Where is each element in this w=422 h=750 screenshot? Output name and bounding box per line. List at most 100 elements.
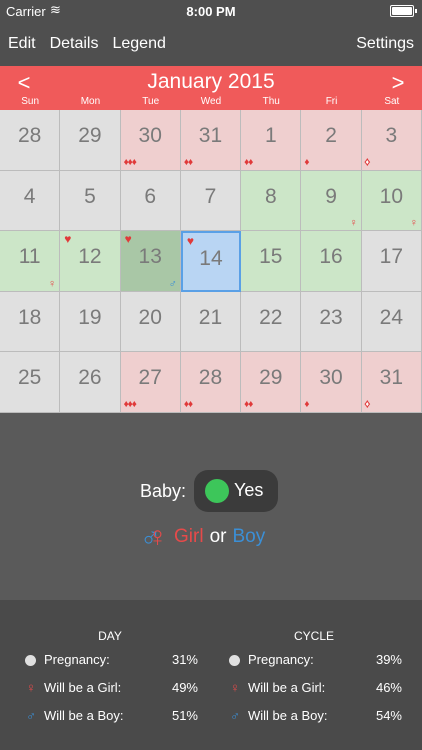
day-cell[interactable]: 5 bbox=[60, 170, 121, 232]
baby-toggle[interactable]: Yes bbox=[194, 470, 279, 512]
weekday-label: Sun bbox=[21, 96, 40, 107]
day-cell[interactable]: 2 ♦ bbox=[301, 110, 362, 171]
pregnancy-value: 39% bbox=[375, 652, 402, 667]
day-cell[interactable]: 9 ♀ bbox=[301, 170, 362, 232]
settings-button[interactable]: Settings bbox=[356, 35, 414, 52]
pregnancy-label: Pregnancy: bbox=[44, 652, 110, 667]
day-cell[interactable]: 31 ♦♦ bbox=[180, 110, 242, 171]
day-cell[interactable]: 3 ♦ bbox=[361, 110, 422, 171]
pregnancy-value: 31% bbox=[171, 652, 198, 667]
pregnancy-icon bbox=[229, 655, 240, 666]
day-cell[interactable]: 18 bbox=[0, 291, 61, 353]
day-number: 23 bbox=[319, 305, 343, 329]
boy-option[interactable]: Boy bbox=[232, 526, 265, 548]
girl-value: 49% bbox=[171, 680, 198, 695]
male-icon: ♂ bbox=[168, 277, 177, 290]
calendar-grid: 28 29 30 ♦♦♦ 31 ♦♦ 1 ♦♦ 2 ♦ 3 ♦ 4 5 6 7 8 9 ♀ 10 ♀ 11 ♀ 12 ♥ 13 ♥ ♂… bbox=[0, 110, 422, 413]
day-cell[interactable]: 7 bbox=[180, 170, 242, 232]
day-cell[interactable]: 6 bbox=[120, 170, 181, 232]
baby-label: Baby: bbox=[140, 480, 187, 501]
day-number: 29 bbox=[259, 366, 283, 390]
day-cell[interactable]: 21 bbox=[180, 291, 242, 353]
details-button[interactable]: Details bbox=[50, 35, 99, 53]
girl-row: ♀ Will be a Girl: 46% bbox=[226, 680, 402, 700]
boy-row: ♂ Will be a Boy: 54% bbox=[226, 708, 402, 728]
period-drop-icon: ♦♦♦ bbox=[123, 156, 137, 168]
day-cell[interactable]: 14 ♥ bbox=[180, 231, 242, 292]
next-month-button[interactable]: > bbox=[383, 70, 413, 96]
girl-label: Will be a Girl: bbox=[248, 680, 326, 695]
period-drop-icon: ♦♦♦ bbox=[123, 398, 137, 410]
day-cell[interactable]: 26 bbox=[60, 352, 121, 413]
period-drop-icon: ♦♦ bbox=[244, 398, 253, 410]
day-number: 8 bbox=[264, 184, 277, 208]
baby-panel: Baby: Yes ♂♀ Girl or Boy bbox=[0, 413, 422, 600]
day-cell[interactable]: 25 bbox=[0, 352, 61, 413]
day-cell[interactable]: 24 bbox=[361, 291, 422, 353]
gender-selector[interactable]: ♂♀ Girl or Boy bbox=[140, 521, 265, 553]
female-icon: ♀ bbox=[230, 680, 240, 695]
day-cell[interactable]: 4 bbox=[0, 170, 61, 232]
day-cell[interactable]: 29 bbox=[60, 110, 121, 171]
day-cell[interactable]: 27 ♦♦♦ bbox=[120, 352, 181, 413]
day-number: 21 bbox=[198, 305, 223, 329]
day-cell[interactable]: 20 bbox=[120, 291, 181, 353]
period-drop-icon: ♦♦ bbox=[183, 156, 193, 168]
girl-option[interactable]: Girl bbox=[174, 526, 204, 548]
period-drop-icon: ♦ bbox=[364, 398, 370, 410]
day-number: 28 bbox=[198, 366, 223, 390]
day-cell[interactable]: 29 ♦♦ bbox=[241, 352, 302, 413]
day-cell[interactable]: 28 ♦♦ bbox=[180, 352, 242, 413]
weekday-label: Mon bbox=[80, 96, 101, 107]
day-number: 30 bbox=[138, 124, 162, 147]
day-cell[interactable]: 15 bbox=[241, 231, 302, 292]
day-cell[interactable]: 10 ♀ bbox=[361, 170, 422, 232]
day-cell[interactable]: 22 bbox=[241, 291, 302, 353]
weekday-label: Thu bbox=[262, 96, 280, 107]
day-cell[interactable]: 1 ♦♦ bbox=[241, 110, 302, 171]
heart-icon: ♥ bbox=[64, 232, 72, 247]
weekday-row: Sun Mon Tue Wed Thu Fri Sat bbox=[0, 96, 422, 107]
stats-panel: DAY Pregnancy: 31% ♀ Will be a Girl: 49%… bbox=[0, 600, 422, 750]
status-time: 8:00 PM bbox=[186, 4, 236, 19]
day-number: 5 bbox=[84, 184, 96, 208]
day-cell[interactable]: 30 ♦ bbox=[301, 352, 362, 413]
day-cell[interactable]: 28 bbox=[0, 110, 61, 171]
day-cell[interactable]: 19 bbox=[60, 291, 121, 353]
boy-value: 51% bbox=[171, 708, 198, 723]
day-number: 6 bbox=[144, 184, 157, 208]
day-cell[interactable]: 12 ♥ bbox=[60, 231, 121, 292]
day-cell[interactable]: 23 bbox=[301, 291, 362, 353]
day-number: 26 bbox=[78, 366, 102, 390]
day-number: 14 bbox=[199, 247, 223, 271]
toggle-dot-icon bbox=[205, 479, 230, 503]
period-drop-icon: ♦ bbox=[364, 156, 370, 168]
day-number: 4 bbox=[23, 184, 36, 208]
female-icon: ♀ bbox=[26, 680, 36, 695]
day-cell[interactable]: 31 ♦ bbox=[361, 352, 422, 413]
period-drop-icon: ♦♦ bbox=[183, 398, 193, 410]
pregnancy-row: Pregnancy: 39% bbox=[226, 652, 402, 672]
boy-value: 54% bbox=[375, 708, 402, 723]
legend-button[interactable]: Legend bbox=[112, 35, 165, 53]
day-cell[interactable]: 11 ♀ bbox=[0, 231, 61, 292]
day-number: 11 bbox=[18, 245, 41, 269]
day-cell[interactable]: 13 ♥ ♂ bbox=[120, 231, 181, 292]
day-number: 24 bbox=[379, 305, 404, 329]
day-cell[interactable]: 16 bbox=[301, 231, 362, 292]
period-drop-icon: ♦♦ bbox=[244, 156, 253, 168]
day-number: 10 bbox=[379, 184, 404, 208]
day-cell[interactable]: 30 ♦♦♦ bbox=[120, 110, 181, 171]
female-icon: ♀ bbox=[349, 217, 358, 230]
day-number: 16 bbox=[319, 245, 343, 269]
girl-value: 46% bbox=[375, 680, 402, 695]
heart-icon: ♥ bbox=[124, 232, 132, 247]
edit-button[interactable]: Edit bbox=[8, 35, 36, 53]
day-cell[interactable]: 17 bbox=[361, 231, 422, 292]
boy-label: Will be a Boy: bbox=[248, 708, 328, 723]
heart-icon: ♥ bbox=[186, 234, 194, 249]
day-cell[interactable]: 8 bbox=[241, 170, 302, 232]
battery-icon bbox=[390, 5, 417, 17]
pregnancy-row: Pregnancy: 31% bbox=[22, 652, 198, 672]
pregnancy-label: Pregnancy: bbox=[248, 652, 314, 667]
